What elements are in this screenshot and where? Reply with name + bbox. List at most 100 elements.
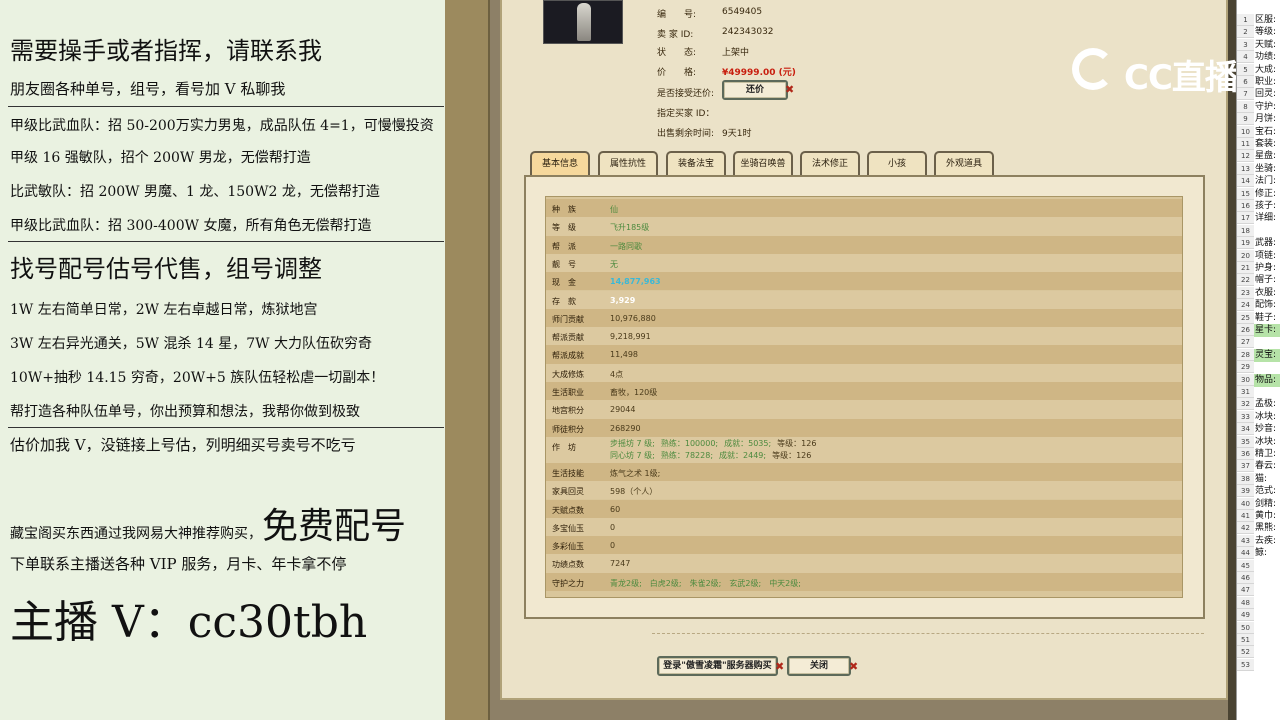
row-number[interactable]: 53 — [1237, 658, 1254, 671]
row-number[interactable]: 39 — [1237, 485, 1254, 498]
row-number[interactable]: 32 — [1237, 398, 1254, 411]
row-number[interactable]: 22 — [1237, 274, 1254, 287]
row-number[interactable]: 49 — [1237, 609, 1254, 622]
sheet-cell[interactable]: 灵宝: — [1255, 349, 1276, 361]
sheet-cell[interactable]: 大成: — [1255, 64, 1276, 76]
sheet-cell[interactable]: 妙音: — [1255, 423, 1276, 435]
row-number[interactable]: 14 — [1237, 175, 1254, 188]
row-number[interactable]: 1 — [1237, 14, 1254, 26]
row-number[interactable]: 20 — [1237, 249, 1254, 262]
sheet-cell[interactable]: 冰块: — [1255, 436, 1276, 448]
row-number[interactable]: 17 — [1237, 212, 1254, 225]
row-number[interactable]: 29 — [1237, 361, 1254, 374]
row-number[interactable]: 8 — [1237, 100, 1254, 113]
sheet-cell[interactable]: 月饼: — [1255, 113, 1276, 125]
sheet-cell[interactable]: 猫: — [1255, 473, 1267, 485]
sheet-cell[interactable]: 冰块: — [1255, 411, 1276, 423]
sheet-cell[interactable]: 鞋子: — [1255, 312, 1276, 324]
sheet-cell[interactable]: 修正: — [1255, 188, 1276, 200]
scrollbar[interactable] — [1228, 0, 1236, 720]
sheet-cell[interactable]: 帽子: — [1255, 274, 1276, 286]
row-number[interactable]: 33 — [1237, 410, 1254, 423]
sheet-cell[interactable]: 武器: — [1255, 237, 1276, 249]
row-number[interactable]: 26 — [1237, 324, 1254, 336]
row-number[interactable]: 11 — [1237, 138, 1254, 150]
row-number[interactable]: 27 — [1237, 336, 1254, 349]
row-number[interactable]: 43 — [1237, 534, 1254, 547]
tab-appearance-items[interactable]: 外观道具 — [934, 151, 994, 175]
row-number[interactable]: 21 — [1237, 262, 1254, 274]
sheet-cell[interactable]: 范式: — [1255, 485, 1276, 497]
sheet-cell[interactable]: 星盘: — [1255, 150, 1276, 162]
sheet-cell[interactable]: 套装: — [1255, 138, 1276, 150]
row-number[interactable]: 41 — [1237, 510, 1254, 522]
sheet-cell[interactable]: 宝石: — [1255, 126, 1276, 138]
sheet-cell[interactable]: 回灵: — [1255, 88, 1276, 100]
tab-mounts-pets[interactable]: 坐骑召唤兽 — [733, 151, 793, 175]
row-number[interactable]: 51 — [1237, 634, 1254, 646]
sheet-cell[interactable]: 详细: — [1255, 212, 1276, 224]
row-number[interactable]: 12 — [1237, 150, 1254, 163]
row-number[interactable]: 30 — [1237, 373, 1254, 386]
row-number[interactable]: 37 — [1237, 460, 1254, 473]
sheet-cell[interactable]: 黄巾: — [1255, 510, 1276, 522]
row-number[interactable]: 28 — [1237, 348, 1254, 361]
sheet-cell[interactable]: 春云: — [1255, 460, 1276, 472]
sheet-cell[interactable]: 区服: — [1255, 14, 1276, 26]
tab-spell-correction[interactable]: 法术修正 — [800, 151, 860, 175]
sheet-cell[interactable]: 去疾: — [1255, 535, 1276, 547]
row-number[interactable]: 7 — [1237, 88, 1254, 101]
sheet-cell[interactable]: 护身: — [1255, 262, 1276, 274]
row-number[interactable]: 47 — [1237, 584, 1254, 597]
sheet-cell[interactable]: 剑精: — [1255, 498, 1276, 510]
row-number[interactable]: 19 — [1237, 237, 1254, 250]
row-number[interactable]: 3 — [1237, 38, 1254, 51]
sheet-cell[interactable]: 精卫: — [1255, 448, 1276, 460]
row-number[interactable]: 44 — [1237, 547, 1254, 560]
row-number[interactable]: 35 — [1237, 435, 1254, 448]
sheet-cell[interactable]: 衣服: — [1255, 287, 1276, 299]
row-number[interactable]: 38 — [1237, 472, 1254, 485]
row-number[interactable]: 48 — [1237, 596, 1254, 609]
row-number[interactable]: 31 — [1237, 386, 1254, 398]
row-number[interactable]: 6 — [1237, 76, 1254, 88]
sheet-cell[interactable]: 物品: — [1255, 374, 1276, 386]
tab-attributes[interactable]: 属性抗性 — [598, 151, 658, 175]
row-number[interactable]: 13 — [1237, 162, 1254, 175]
row-number[interactable]: 15 — [1237, 187, 1254, 200]
sheet-cell[interactable]: 项链: — [1255, 250, 1276, 262]
row-number[interactable]: 5 — [1237, 63, 1254, 76]
sheet-cell[interactable]: 孟极: — [1255, 398, 1276, 410]
sheet-cell[interactable]: 守护: — [1255, 101, 1276, 113]
bargain-button[interactable]: 还价 — [722, 80, 788, 100]
sheet-cell[interactable]: 黑熊: — [1255, 522, 1276, 534]
sheet-cell[interactable]: 配饰: — [1255, 299, 1276, 311]
sheet-cell[interactable]: 星卡: — [1255, 324, 1276, 336]
row-number[interactable]: 10 — [1237, 125, 1254, 138]
sheet-cell[interactable]: 天赋: — [1255, 39, 1276, 51]
tab-basic-info[interactable]: 基本信息 — [530, 151, 590, 175]
row-number[interactable]: 23 — [1237, 286, 1254, 299]
sheet-cell[interactable]: 鲸: — [1255, 547, 1267, 559]
row-number[interactable]: 45 — [1237, 559, 1254, 572]
row-number[interactable]: 2 — [1237, 26, 1254, 39]
row-number[interactable]: 9 — [1237, 113, 1254, 126]
row-number[interactable]: 34 — [1237, 423, 1254, 436]
row-number[interactable]: 52 — [1237, 646, 1254, 659]
row-number[interactable]: 36 — [1237, 448, 1254, 460]
row-number[interactable]: 50 — [1237, 621, 1254, 634]
row-number[interactable]: 18 — [1237, 224, 1254, 237]
sheet-cell[interactable]: 孩子: — [1255, 200, 1276, 212]
sheet-cell[interactable]: 职业: — [1255, 76, 1276, 88]
sheet-cell[interactable]: 坐骑: — [1255, 163, 1276, 175]
row-number[interactable]: 40 — [1237, 497, 1254, 510]
row-number[interactable]: 46 — [1237, 572, 1254, 584]
row-number[interactable]: 42 — [1237, 522, 1254, 535]
tab-children[interactable]: 小孩 — [867, 151, 927, 175]
sheet-cell[interactable]: 等级: — [1255, 26, 1276, 38]
row-number[interactable]: 25 — [1237, 311, 1254, 324]
row-number[interactable]: 4 — [1237, 51, 1254, 64]
sheet-cell[interactable]: 法门: — [1255, 175, 1276, 187]
close-button[interactable]: 关闭 — [787, 656, 851, 676]
sheet-cell[interactable]: 功绩: — [1255, 51, 1276, 63]
